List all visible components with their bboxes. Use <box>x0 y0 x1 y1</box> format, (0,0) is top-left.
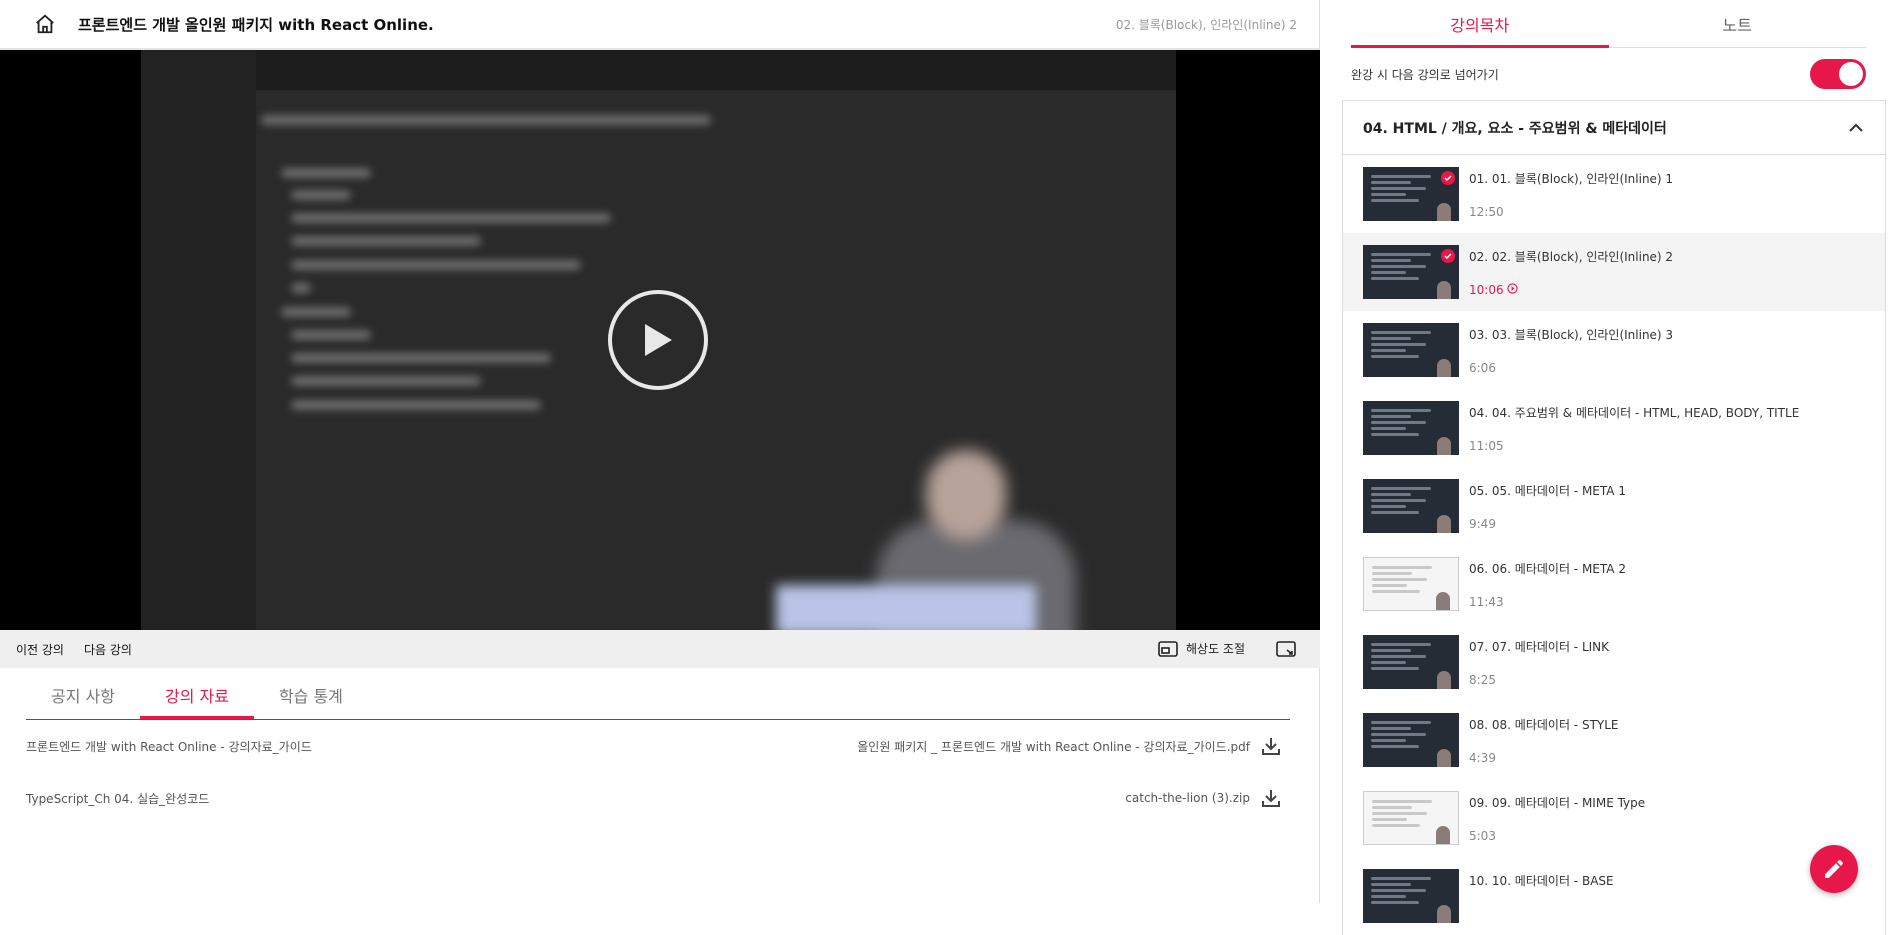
material-file[interactable]: catch-the-lion (3).zip <box>1125 791 1250 805</box>
lecture-thumbnail <box>1363 323 1459 377</box>
lecture-title: 04. 04. 주요범위 & 메타데이터 - HTML, HEAD, BODY,… <box>1469 406 1800 420</box>
lecture-duration-text: 8:25 <box>1469 673 1496 687</box>
curriculum-panel: 강의목차 노트 완강 시 다음 강의로 넘어가기 04. HTML / 개요, … <box>1321 0 1896 935</box>
check-icon <box>1441 171 1455 185</box>
material-row: TypeScript_Ch 04. 실습_완성코드 catch-the-lion… <box>26 772 1290 824</box>
pip-icon[interactable] <box>1156 637 1180 661</box>
content-tabs: 공지 사항 강의 자료 학습 통계 <box>26 668 1290 720</box>
lecture-item[interactable]: 10. 10. 메타데이터 - BASE <box>1343 857 1885 935</box>
lecture-item[interactable]: 09. 09. 메타데이터 - MIME Type 5:03 <box>1343 779 1885 857</box>
section-title: 04. HTML / 개요, 요소 - 주요범위 & 메타데이터 <box>1363 120 1667 137</box>
tab-curriculum[interactable]: 강의목차 <box>1351 0 1609 48</box>
player-controls: 이전 강의 다음 강의 해상도 조절 <box>0 630 1320 668</box>
lecture-thumbnail <box>1363 869 1459 923</box>
player-header: 프론트엔드 개발 올인원 패키지 with React Online. 02. … <box>0 0 1319 50</box>
lecture-thumbnail <box>1363 713 1459 767</box>
lecture-duration: 9:49 <box>1469 517 1626 531</box>
lecture-duration-text: 11:05 <box>1469 439 1504 453</box>
lecture-item[interactable]: 02. 02. 블록(Block), 인라인(Inline) 2 10:06 <box>1343 233 1885 311</box>
download-icon[interactable] <box>1260 735 1282 757</box>
lecture-title: 03. 03. 블록(Block), 인라인(Inline) 3 <box>1469 328 1674 342</box>
lecture-title: 09. 09. 메타데이터 - MIME Type <box>1469 796 1646 810</box>
lecture-duration-text: 10:06 <box>1469 283 1504 297</box>
lecture-thumbnail <box>1363 635 1459 689</box>
lecture-item[interactable]: 07. 07. 메타데이터 - LINK 8:25 <box>1343 623 1885 701</box>
lecture-title: 08. 08. 메타데이터 - STYLE <box>1469 718 1619 732</box>
materials-list: 프론트엔드 개발 with React Online - 강의자료_가이드 올인… <box>26 720 1290 824</box>
expand-icon[interactable] <box>1274 637 1298 661</box>
play-icon <box>645 324 672 356</box>
instructor-image <box>776 430 1086 630</box>
lecture-item[interactable]: 08. 08. 메타데이터 - STYLE 4:39 <box>1343 701 1885 779</box>
now-playing-icon <box>1506 283 1518 297</box>
autoplay-row: 완강 시 다음 강의로 넘어가기 <box>1351 48 1866 100</box>
current-lecture-title: 02. 블록(Block), 인라인(Inline) 2 <box>1115 17 1297 32</box>
lecture-title: 06. 06. 메타데이터 - META 2 <box>1469 562 1626 576</box>
autoplay-label: 완강 시 다음 강의로 넘어가기 <box>1351 67 1499 82</box>
tab-stats[interactable]: 학습 통계 <box>254 668 368 719</box>
lecture-thumbnail <box>1363 167 1459 221</box>
material-name: 프론트엔드 개발 with React Online - 강의자료_가이드 <box>26 739 312 754</box>
video-player[interactable] <box>0 50 1320 630</box>
section-header[interactable]: 04. HTML / 개요, 요소 - 주요범위 & 메타데이터 <box>1343 101 1885 155</box>
lecture-title: 01. 01. 블록(Block), 인라인(Inline) 1 <box>1469 172 1674 186</box>
curriculum-section: 04. HTML / 개요, 요소 - 주요범위 & 메타데이터 01. 01.… <box>1342 100 1886 935</box>
lecture-duration: 10:06 <box>1469 283 1673 297</box>
course-title: 프론트엔드 개발 올인원 패키지 with React Online. <box>78 15 434 34</box>
lecture-duration-text: 11:43 <box>1469 595 1504 609</box>
sidebar-tabs: 강의목차 노트 <box>1351 0 1866 48</box>
tab-notices[interactable]: 공지 사항 <box>26 668 140 719</box>
lecture-duration-text: 6:06 <box>1469 361 1496 375</box>
lecture-item[interactable]: 04. 04. 주요범위 & 메타데이터 - HTML, HEAD, BODY,… <box>1343 389 1885 467</box>
player-panel: 프론트엔드 개발 올인원 패키지 with React Online. 02. … <box>0 0 1320 903</box>
autoplay-toggle[interactable] <box>1810 59 1866 89</box>
play-button[interactable] <box>608 290 708 390</box>
home-icon[interactable] <box>32 11 58 37</box>
lecture-duration-text: 9:49 <box>1469 517 1496 531</box>
tab-notes[interactable]: 노트 <box>1608 0 1866 48</box>
material-file[interactable]: 올인원 패키지 _ 프론트엔드 개발 with React Online - 강… <box>857 738 1250 755</box>
lecture-title: 07. 07. 메타데이터 - LINK <box>1469 640 1610 654</box>
lecture-duration: 11:43 <box>1469 595 1626 609</box>
lecture-thumbnail <box>1363 479 1459 533</box>
lecture-thumbnail <box>1363 791 1459 845</box>
pencil-icon <box>1825 860 1843 878</box>
lecture-thumbnail <box>1363 557 1459 611</box>
lecture-title: 05. 05. 메타데이터 - META 1 <box>1469 484 1626 498</box>
check-icon <box>1441 249 1455 263</box>
resolution-button[interactable]: 해상도 조절 <box>1186 641 1266 657</box>
lecture-title: 10. 10. 메타데이터 - BASE <box>1469 874 1614 888</box>
chevron-up-icon[interactable] <box>1847 119 1865 137</box>
lecture-duration-text: 4:39 <box>1469 751 1496 765</box>
lecture-duration: 8:25 <box>1469 673 1609 687</box>
lecture-duration: 6:06 <box>1469 361 1673 375</box>
lecture-title: 02. 02. 블록(Block), 인라인(Inline) 2 <box>1469 250 1674 264</box>
download-icon[interactable] <box>1260 787 1282 809</box>
tab-materials[interactable]: 강의 자료 <box>139 668 254 719</box>
edit-note-button[interactable] <box>1810 845 1858 893</box>
lecture-duration: 12:50 <box>1469 205 1673 219</box>
lecture-duration-text: 5:03 <box>1469 829 1496 843</box>
lecture-thumbnail <box>1363 401 1459 455</box>
lecture-item[interactable]: 01. 01. 블록(Block), 인라인(Inline) 1 12:50 <box>1343 155 1885 233</box>
lecture-duration-text: 12:50 <box>1469 205 1504 219</box>
lecture-duration: 5:03 <box>1469 829 1645 843</box>
lecture-thumbnail <box>1363 245 1459 299</box>
lecture-duration: 11:05 <box>1469 439 1799 453</box>
material-name: TypeScript_Ch 04. 실습_완성코드 <box>26 791 210 806</box>
lecture-item[interactable]: 03. 03. 블록(Block), 인라인(Inline) 3 6:06 <box>1343 311 1885 389</box>
next-lecture-button[interactable]: 다음 강의 <box>84 641 132 658</box>
lecture-item[interactable]: 06. 06. 메타데이터 - META 2 11:43 <box>1343 545 1885 623</box>
lecture-duration: 4:39 <box>1469 751 1619 765</box>
material-row: 프론트엔드 개발 with React Online - 강의자료_가이드 올인… <box>26 720 1290 772</box>
prev-lecture-button[interactable]: 이전 강의 <box>16 641 64 658</box>
lecture-item[interactable]: 05. 05. 메타데이터 - META 1 9:49 <box>1343 467 1885 545</box>
